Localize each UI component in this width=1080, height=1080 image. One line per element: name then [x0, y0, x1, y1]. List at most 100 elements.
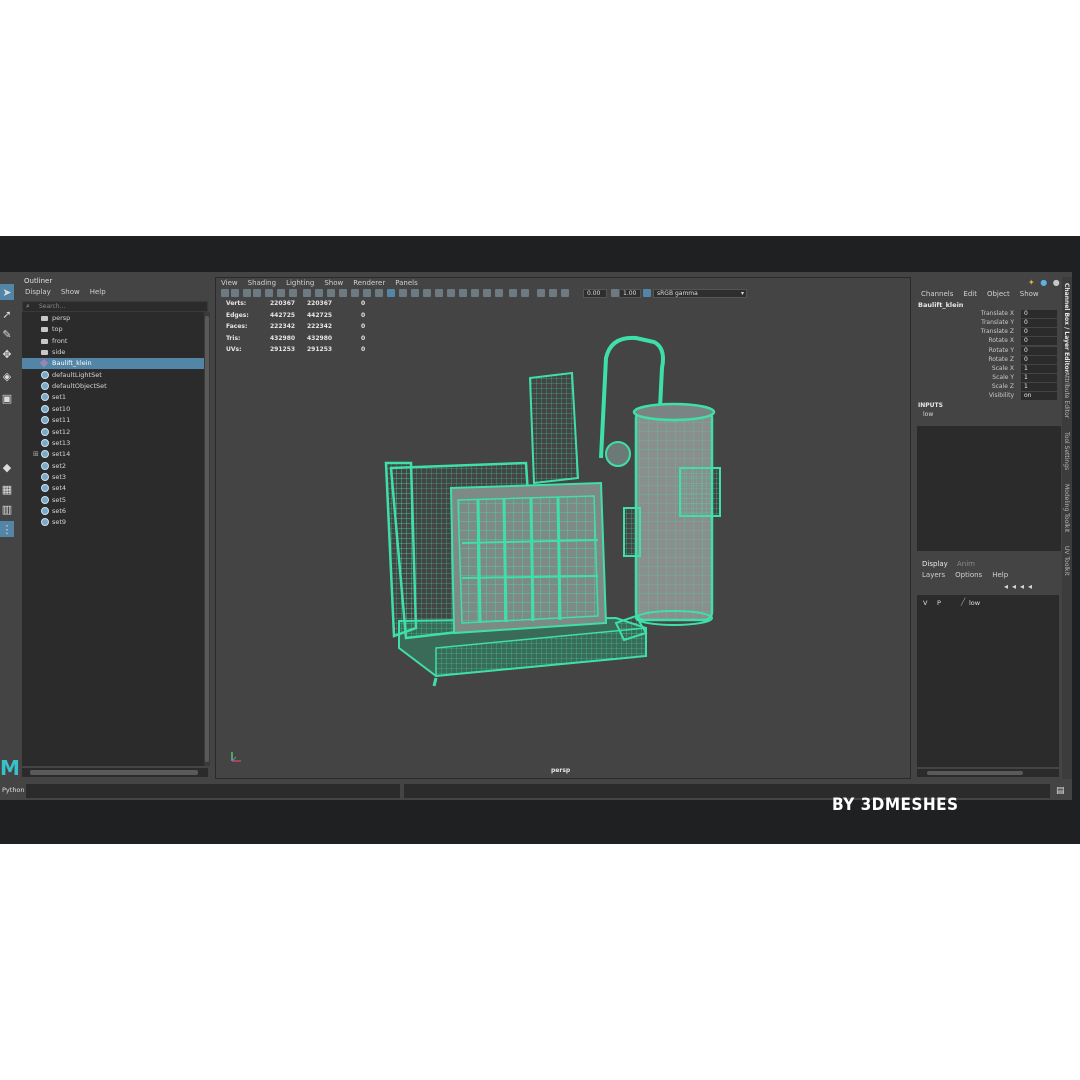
outliner-vertical-scrollbar[interactable] [204, 312, 210, 766]
field-chart-icon[interactable] [339, 289, 347, 297]
viewport-menu-lighting[interactable]: Lighting [286, 279, 314, 287]
outliner-item[interactable]: top [22, 324, 204, 335]
safe-action-icon[interactable] [351, 289, 359, 297]
outliner-item[interactable]: set6 [22, 506, 204, 517]
outliner-horizontal-scrollbar[interactable] [22, 768, 208, 777]
expand-icon[interactable]: ⊞ [33, 450, 39, 458]
user-icon[interactable]: ● [1053, 278, 1060, 287]
outliner-item[interactable]: ⊞ set14 [22, 449, 204, 460]
outliner-item[interactable]: set10 [22, 404, 204, 415]
layer-action-icons[interactable]: ◂◂◂◂ [1004, 582, 1036, 591]
layers-horizontal-scrollbar[interactable] [917, 769, 1059, 777]
textured-icon[interactable] [423, 289, 431, 297]
layer-visibility-toggle[interactable]: V [923, 599, 927, 607]
viewport-menu-shading[interactable]: Shading [248, 279, 276, 287]
isolate-select-icon[interactable] [509, 289, 517, 297]
camera-select-icon[interactable] [221, 289, 229, 297]
paint-select-icon[interactable]: ✎ [0, 326, 14, 342]
tab-modeling-toolkit[interactable]: Modeling Toolkit [1063, 484, 1070, 532]
use-all-lights-icon[interactable] [435, 289, 443, 297]
outliner-item[interactable]: set12 [22, 427, 204, 438]
channel-row[interactable]: Scale Z 1 [916, 383, 1062, 392]
tab-attribute-editor[interactable]: Attribute Editor [1063, 372, 1070, 418]
select-tool-icon[interactable]: ➤ [0, 284, 14, 300]
channel-value-field[interactable]: 0 [1021, 355, 1057, 364]
camera-attributes-icon[interactable] [231, 289, 239, 297]
channel-row[interactable]: Translate Z 0 [916, 328, 1062, 337]
layers-menu-options[interactable]: Options [955, 571, 982, 579]
shadows-icon[interactable] [447, 289, 455, 297]
outliner-item[interactable]: set11 [22, 415, 204, 426]
channel-value-field[interactable]: 1 [1021, 383, 1057, 392]
tab-uv-toolkit[interactable]: UV Toolkit [1063, 546, 1070, 576]
tool-settings-icon[interactable]: ✦ [1028, 278, 1035, 287]
channel-value-field[interactable]: 0 [1021, 319, 1057, 328]
smooth-shade-icon[interactable] [387, 289, 395, 297]
pan-zoom-icon[interactable] [277, 289, 285, 297]
outliner-menu-show[interactable]: Show [61, 288, 80, 296]
channels-menu-object[interactable]: Object [987, 290, 1010, 298]
depth-of-field-icon[interactable] [495, 289, 503, 297]
bookmark-icon[interactable] [243, 289, 251, 297]
channel-row[interactable]: Rotate X 0 [916, 337, 1062, 346]
channel-value-field[interactable]: on [1021, 392, 1057, 401]
layers-menu-help[interactable]: Help [992, 571, 1008, 579]
anti-aliasing-icon[interactable] [483, 289, 491, 297]
gate-mask-icon[interactable] [327, 289, 335, 297]
move-tool-icon[interactable]: ✥ [0, 346, 14, 362]
viewport-menu-renderer[interactable]: Renderer [353, 279, 385, 287]
tab-anim[interactable]: Anim [957, 560, 975, 568]
outliner-layout-icon[interactable]: ⋮ [0, 521, 14, 537]
viewport-menu-view[interactable]: View [221, 279, 238, 287]
two-view-icon[interactable]: ▥ [0, 501, 14, 517]
inputs-item[interactable]: low [923, 411, 933, 418]
single-view-icon[interactable]: ◆ [0, 459, 14, 475]
channel-value-field[interactable]: 0 [1021, 346, 1057, 355]
wireframe-icon[interactable] [375, 289, 383, 297]
command-input-field[interactable] [26, 784, 400, 798]
film-gate-icon[interactable] [303, 289, 311, 297]
channels-menu-edit[interactable]: Edit [963, 290, 977, 298]
channel-value-field[interactable]: 0 [1021, 337, 1057, 346]
outliner-item[interactable]: defaultObjectSet [22, 381, 204, 392]
outliner-item[interactable]: set9 [22, 517, 204, 528]
channel-value-field[interactable]: 1 [1021, 364, 1057, 373]
outliner-menu-help[interactable]: Help [90, 288, 106, 296]
globe-icon[interactable]: ● [1040, 278, 1047, 287]
outliner-item[interactable]: defaultLightSet [22, 370, 204, 381]
outliner-item[interactable]: front [22, 336, 204, 347]
channel-row[interactable]: Visibility on [916, 392, 1062, 401]
tab-channel-box[interactable]: Channel Box / Layer Editor [1063, 283, 1070, 373]
colorspace-dropdown[interactable]: sRGB gamma ▾ [653, 289, 747, 298]
outliner-item[interactable]: set2 [22, 461, 204, 472]
tab-tool-settings[interactable]: Tool Settings [1063, 432, 1070, 470]
channel-value-field[interactable]: 1 [1021, 374, 1057, 383]
gamma-field[interactable]: 1.00 [619, 289, 641, 298]
exposure-field[interactable]: 0.00 [583, 289, 607, 298]
layer-color-icon[interactable]: ╱ [961, 598, 965, 606]
outliner-item[interactable]: set3 [22, 472, 204, 483]
outliner-item[interactable]: set5 [22, 495, 204, 506]
channel-row[interactable]: Translate Y 0 [916, 319, 1062, 328]
channels-menu-show[interactable]: Show [1020, 290, 1039, 298]
script-editor-icon[interactable]: ▤ [1056, 786, 1067, 796]
use-default-material-icon[interactable] [399, 289, 407, 297]
outliner-item[interactable]: side [22, 347, 204, 358]
channel-value-field[interactable]: 0 [1021, 328, 1057, 337]
outliner-search-field[interactable]: ⌕ Search... [22, 301, 208, 312]
viewport-menu-panels[interactable]: Panels [395, 279, 418, 287]
channel-row[interactable]: Scale Y 1 [916, 374, 1062, 383]
outliner-item[interactable]: Baulift_klein [22, 358, 204, 370]
scale-tool-icon[interactable]: ▣ [0, 390, 14, 406]
channel-row[interactable]: Translate X 0 [916, 310, 1062, 319]
grid-toggle-icon[interactable] [265, 289, 273, 297]
layer-name[interactable]: low [969, 599, 980, 607]
outliner-menu-display[interactable]: Display [25, 288, 51, 296]
command-language-label[interactable]: Python [2, 786, 25, 794]
channel-row[interactable]: Rotate Y 0 [916, 346, 1062, 356]
four-view-icon[interactable]: ▦ [0, 481, 14, 497]
outliner-item[interactable]: persp [22, 313, 204, 324]
wireframe-on-shaded-icon[interactable] [411, 289, 419, 297]
grease-pencil-icon[interactable] [289, 289, 297, 297]
outliner-item[interactable]: set13 [22, 438, 204, 449]
